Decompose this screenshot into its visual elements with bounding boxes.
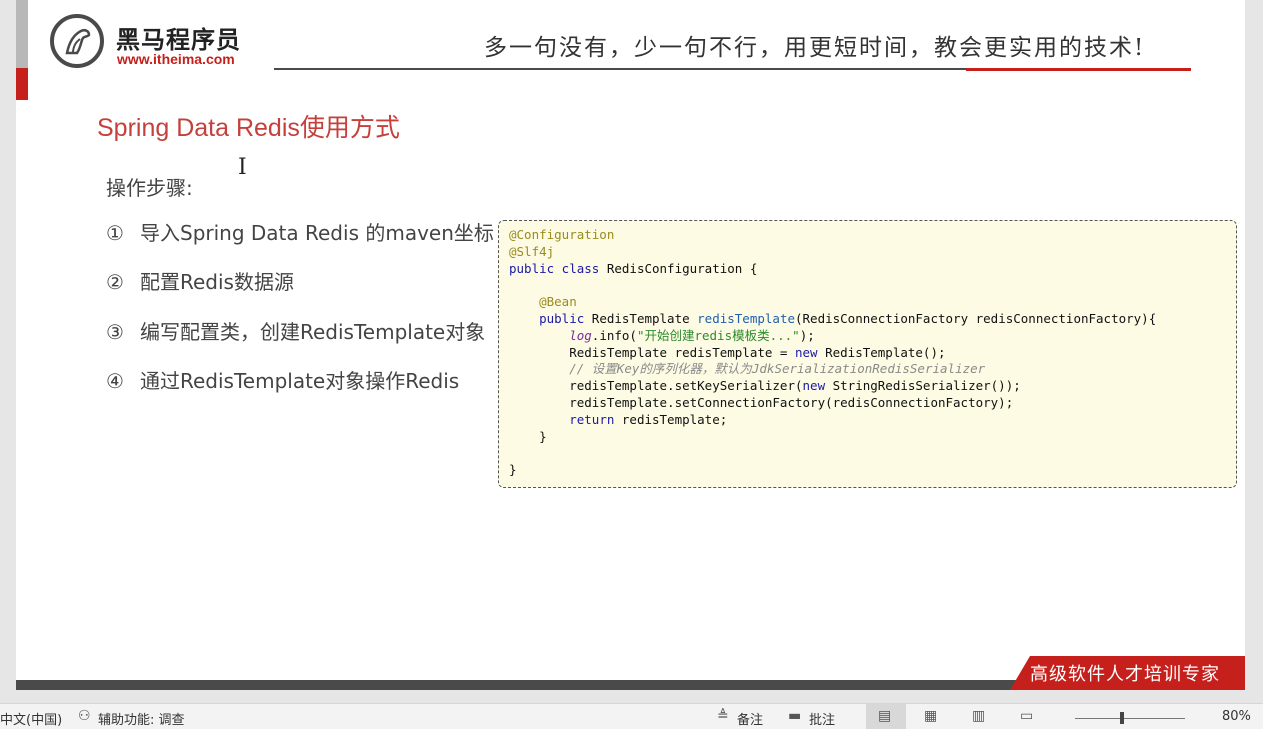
normal-view-icon: ▤ [878,708,892,724]
accessibility-status[interactable]: 辅助功能: 调查 [98,709,185,728]
slide-canvas: 黑马程序员 www.itheima.com 多一句没有，少一句不行，用更短时间，… [16,0,1245,690]
zoom-level[interactable]: 80% [1222,709,1251,724]
slideshow-view-icon[interactable]: ▭ [1020,708,1033,724]
step-text: 编写配置类，创建RedisTemplate对象 [140,320,486,344]
step-text: 配置Redis数据源 [140,270,294,294]
step-item: ② 配置Redis数据源 [106,266,294,295]
footer-slogan: 高级软件人才培训专家 [1030,664,1220,685]
code-method-name: redisTemplate [697,310,795,326]
code-text: StringRedisSerializer()); [825,378,1021,394]
code-text: } [539,428,547,444]
code-text: RedisTemplate [584,310,698,326]
code-keyword: public [539,310,585,326]
step-item: ④ 通过RedisTemplate对象操作Redis [106,365,459,394]
code-block: @Configuration @Slf4j public class Redis… [498,220,1237,488]
normal-view-button[interactable]: ▤ [866,704,906,729]
slide-sorter-view-icon[interactable]: ▦ [924,708,937,724]
step-item: ③ 编写配置类，创建RedisTemplate对象 [106,316,485,345]
step-number: ③ [106,320,124,344]
code-annotation: @Slf4j [509,243,555,259]
step-number: ① [106,221,124,245]
code-text: ); [799,327,815,343]
code-text: RedisTemplate redisTemplate = [569,344,795,360]
zoom-slider-thumb[interactable] [1120,712,1124,724]
logo-name: 黑马程序员 [116,26,241,54]
code-keyword: public class [509,260,600,276]
code-text: redisTemplate; [614,411,728,427]
logo-horse-icon [50,14,104,68]
step-number: ② [106,270,124,294]
code-keyword: return [569,411,615,427]
code-keyword: new [802,378,826,394]
code-string: "开始创建redis模板类..." [636,327,800,343]
code-annotation: @Bean [539,294,577,310]
step-text: 导入Spring Data Redis 的maven坐标 [140,221,494,245]
code-text: .info( [591,327,637,343]
code-annotation: @Configuration [509,227,615,242]
slide-title: Spring Data Redis使用方式 [97,114,400,142]
logo-url: www.itheima.com [117,51,235,67]
code-text: redisTemplate.setKeySerializer( [569,378,803,394]
comments-button[interactable]: 批注 [809,709,835,728]
reading-view-icon[interactable]: ▥ [972,708,985,724]
comments-icon: ▬ [788,708,802,724]
step-text: 通过RedisTemplate对象操作Redis [140,369,460,393]
code-text: RedisTemplate(); [817,344,946,360]
code-text: redisTemplate.setConnectionFactory(redis… [569,394,1014,410]
accessibility-icon: ⚇ [78,708,91,724]
notes-icon: ≜ [717,708,729,724]
status-bar: 中文(中国) ⚇ 辅助功能: 调查 ≜ 备注 ▬ 批注 ▤ ▦ ▥ ▭ 80% [0,703,1263,729]
text-cursor-icon: I [238,155,247,180]
code-text: (RedisConnectionFactory redisConnectionF… [795,310,1157,326]
code-text: RedisConfiguration { [599,260,758,276]
zoom-slider[interactable] [1075,718,1185,719]
code-keyword: new [795,344,818,360]
code-text: } [509,462,517,478]
step-number: ④ [106,369,124,393]
notes-button[interactable]: 备注 [737,709,763,728]
header-left-bar-accent [16,68,28,100]
header-divider-accent [966,68,1191,71]
header-slogan: 多一句没有，少一句不行，用更短时间，教会更实用的技术! [484,35,1146,61]
code-log-var: log [569,327,592,343]
step-item: ① 导入Spring Data Redis 的maven坐标 [106,217,494,246]
header-left-bar [16,0,28,68]
steps-label: 操作步骤: [106,176,193,200]
language-indicator[interactable]: 中文(中国) [0,709,62,728]
code-comment: // 设置Key的序列化器，默认为JdkSerializationRedisSe… [569,361,986,377]
